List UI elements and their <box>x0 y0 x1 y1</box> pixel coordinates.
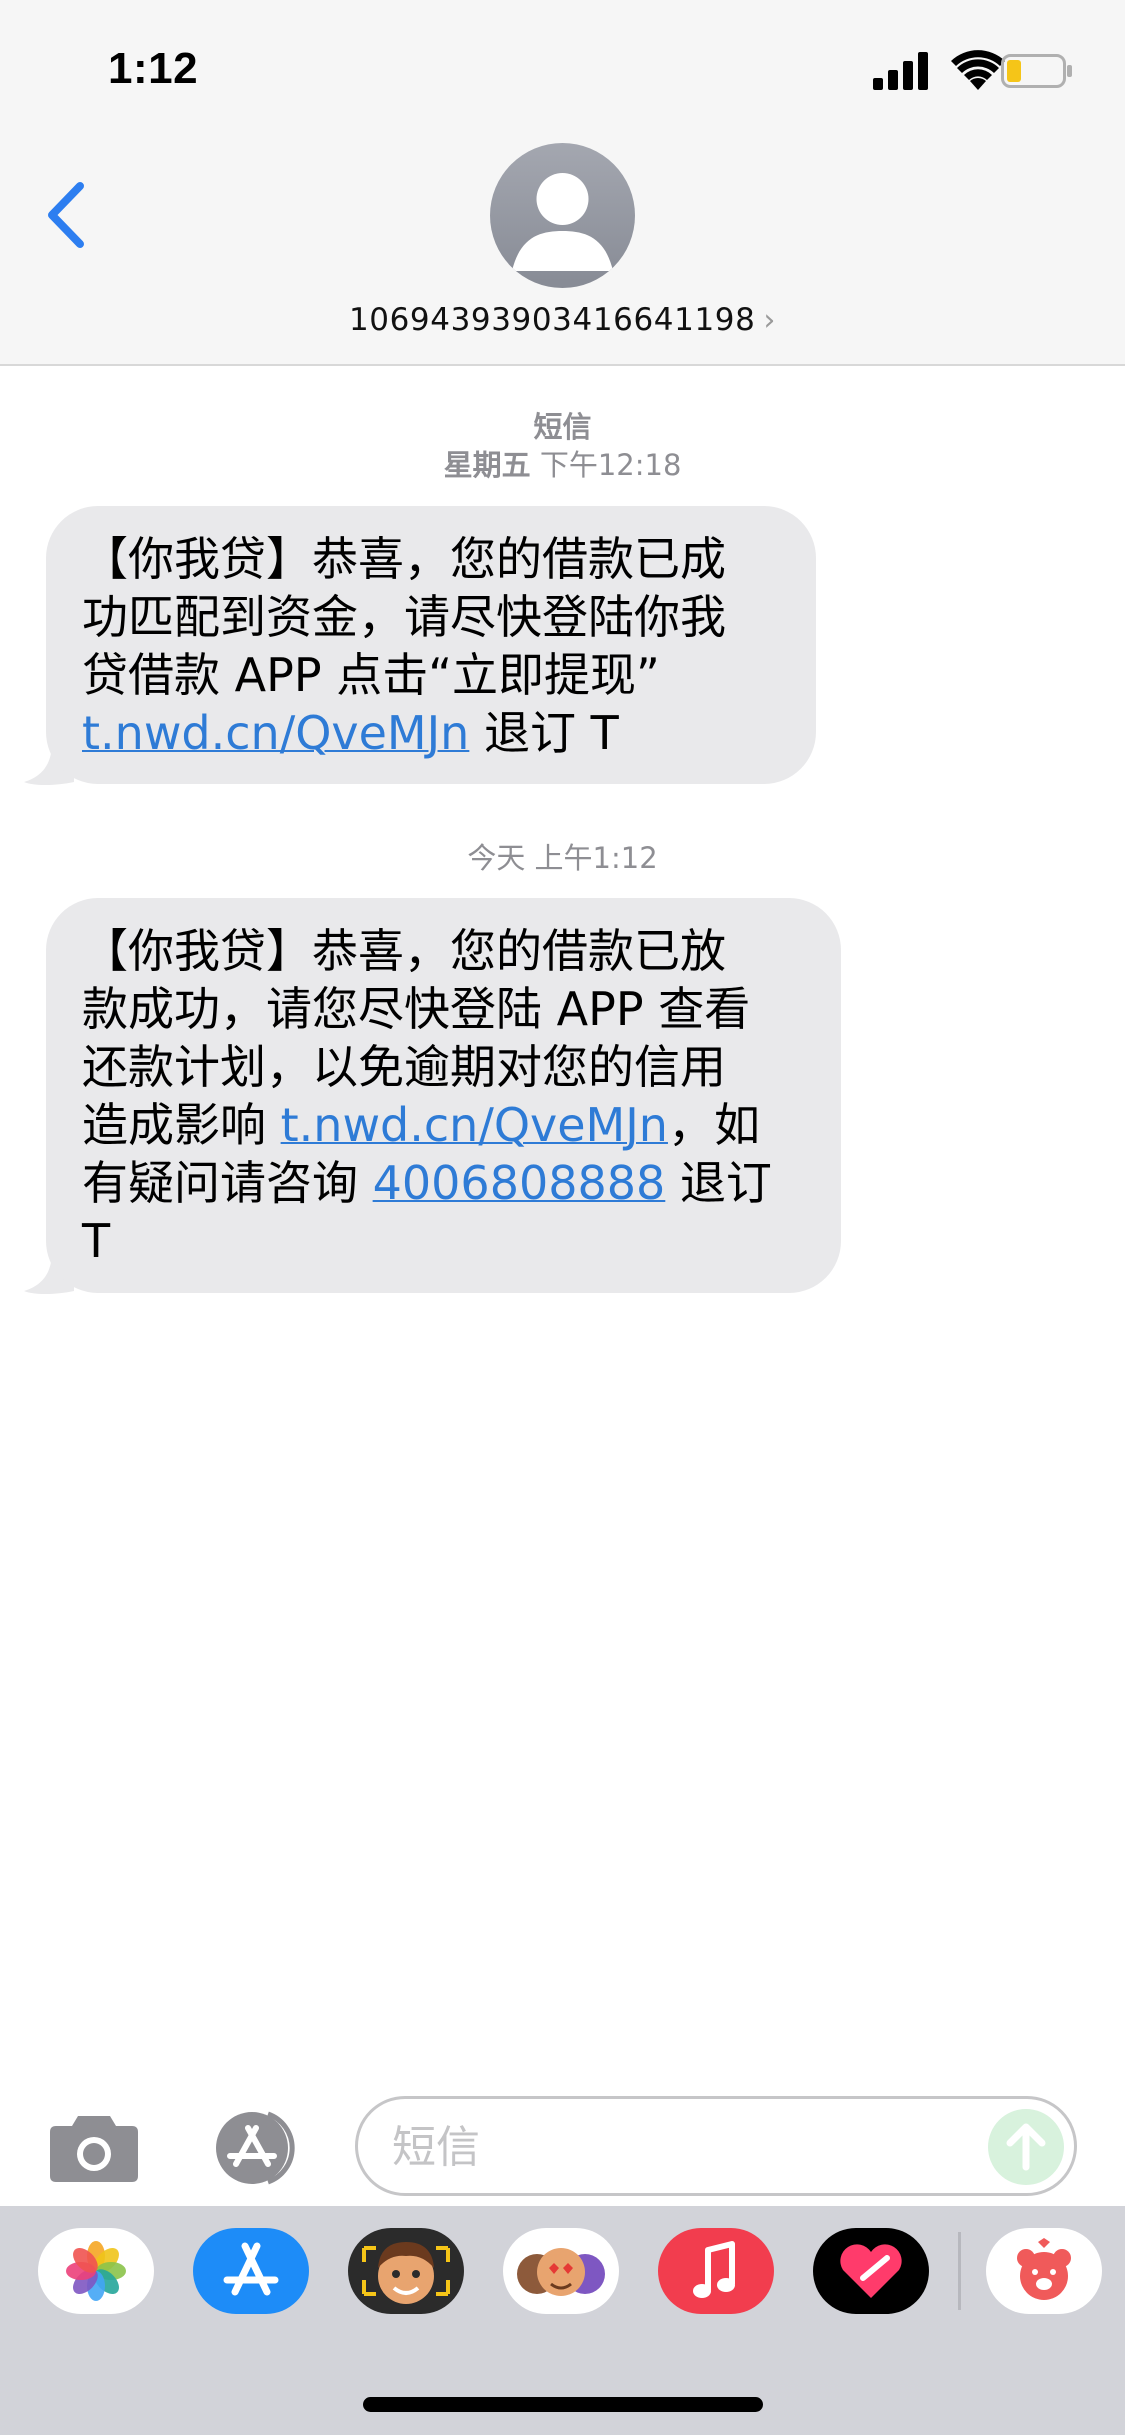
message-line: 【你我贷】恭喜，您的借款已放 <box>82 924 726 978</box>
cellular-signal-icon <box>873 52 928 90</box>
message-line: 贷借款 APP 点击“立即提现” <box>82 648 660 702</box>
contact-number[interactable]: 10694393903416641198 › <box>0 302 1125 338</box>
person-silhouette-icon <box>512 173 613 271</box>
home-indicator[interactable] <box>363 2397 763 2412</box>
chevron-right-icon: › <box>763 303 777 338</box>
unsubscribe-text: 退订 T <box>469 706 619 760</box>
message-text: 有疑问请咨询 <box>82 1156 373 1210</box>
message-link[interactable]: t.nwd.cn/QveMJn <box>82 706 469 760</box>
message-text: 造成影响 <box>82 1098 281 1152</box>
timestamp-day: 今天 <box>467 841 526 875</box>
channel-label: 短信 <box>533 410 592 444</box>
bear-sticker-icon <box>1017 2238 1071 2300</box>
message-line: 还款计划，以免逾期对您的信用 <box>82 1040 726 1094</box>
message-line: 功匹配到资金，请尽快登陆你我 <box>82 590 726 644</box>
message-text: 退订 <box>665 1156 772 1210</box>
memoji-icon <box>362 2242 450 2304</box>
message-timestamp: 今天 上午1:12 <box>0 835 1125 877</box>
bear-sticker-app-button[interactable] <box>986 2228 1102 2314</box>
phone-link[interactable]: 4006808888 <box>373 1156 666 1210</box>
status-time: 1:12 <box>108 44 199 93</box>
message-line: 造成影响 t.nwd.cn/QveMJn，如 <box>82 1096 791 1154</box>
digital-touch-app-button[interactable] <box>813 2228 929 2314</box>
app-store-icon <box>223 2242 279 2296</box>
message-bubble[interactable]: 【你我贷】恭喜，您的借款已成 功匹配到资金，请尽快登陆你我 贷借款 APP 点击… <box>46 506 816 784</box>
message-timestamp: 星期五 下午12:18 <box>0 442 1125 484</box>
message-line: T <box>82 1214 111 1268</box>
music-app-button[interactable] <box>658 2228 774 2314</box>
send-button[interactable] <box>988 2109 1064 2185</box>
message-input[interactable] <box>392 2119 952 2175</box>
message-line: t.nwd.cn/QveMJn 退订 T <box>82 704 766 762</box>
app-store-app-button[interactable] <box>193 2228 309 2314</box>
app-drawer-divider <box>958 2232 961 2310</box>
conversation-header: 1:12 10694393903416641198 › <box>0 0 1125 366</box>
message-input-field[interactable] <box>355 2096 1077 2196</box>
message-line: 有疑问请咨询 4006808888 退订 <box>82 1154 791 1212</box>
memoji-app-button[interactable] <box>348 2228 464 2314</box>
wifi-icon <box>951 50 1005 90</box>
message-link[interactable]: t.nwd.cn/QveMJn <box>281 1098 668 1152</box>
photos-app-button[interactable] <box>38 2228 154 2314</box>
battery-icon <box>1001 54 1072 88</box>
timestamp-time: 上午1:12 <box>534 841 658 875</box>
photos-icon <box>66 2241 126 2301</box>
timestamp-day: 星期五 <box>443 448 531 482</box>
message-text: ，如 <box>667 1098 760 1152</box>
message-line: 【你我贷】恭喜，您的借款已成 <box>82 532 726 586</box>
message-line: 款成功，请您尽快登陆 APP 查看 <box>82 982 751 1036</box>
message-bubble[interactable]: 【你我贷】恭喜，您的借款已放 款成功，请您尽快登陆 APP 查看 还款计划，以免… <box>46 898 841 1293</box>
camera-icon[interactable] <box>48 2110 140 2184</box>
app-store-icon[interactable] <box>202 2110 306 2186</box>
timestamp-time: 下午12:18 <box>539 448 682 482</box>
animoji-stickers-app-button[interactable] <box>503 2228 619 2314</box>
contact-number-text: 10694393903416641198 <box>348 302 756 338</box>
back-chevron-icon[interactable] <box>44 180 90 250</box>
animoji-stickers-icon <box>517 2248 605 2296</box>
arrow-up-icon <box>1006 2123 1046 2171</box>
contact-avatar[interactable] <box>490 143 635 288</box>
digital-touch-icon <box>840 2244 902 2298</box>
music-icon <box>693 2241 735 2298</box>
